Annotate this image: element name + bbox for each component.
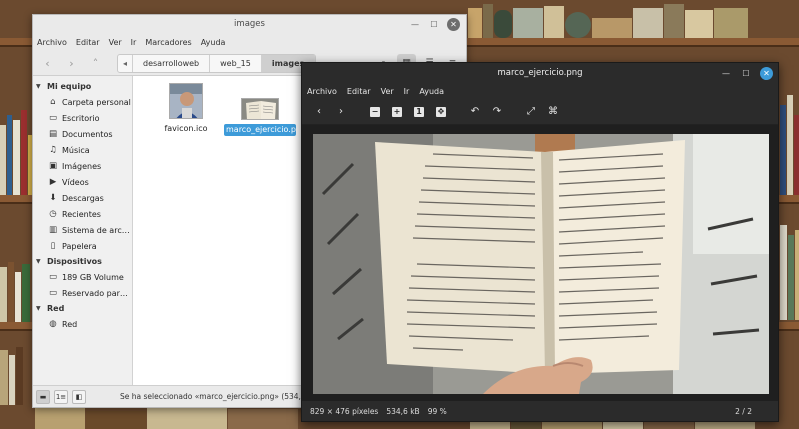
sidebar-section-red[interactable]: ▼ Red [33,301,132,316]
menu-bar: Archivo Editar Ver Ir Marcadores Ayuda [33,34,466,51]
network-icon: ◍ [49,319,57,329]
menu-ver[interactable]: Ver [109,38,122,47]
sidebar-item-sistema-de-archivos[interactable]: ▥Sistema de archivos [33,222,132,238]
breadcrumb-left-arrow-icon[interactable]: ◂ [118,54,134,72]
books-right [780,90,799,195]
window-title: images [234,19,265,29]
books-left-lower [0,262,30,322]
sidebar-section-mi-equipo[interactable]: ▼ Mi equipo [33,79,132,94]
file-item-favicon[interactable]: favicon.ico [150,83,222,135]
viewer-status-bar: 829 × 476 píxeles 534,6 kB 99 % 2 / 2 [302,401,778,421]
file-manager-titlebar[interactable]: images — ☐ ✕ [33,15,466,34]
books-top [468,2,748,38]
menu-bar: Archivo Editar Ver Ir Ayuda [302,83,778,99]
image-file-size: 534,6 kB [386,406,420,416]
minimize-icon[interactable]: — [409,19,421,31]
menu-ir[interactable]: Ir [404,87,410,96]
file-thumbnail-marco [241,98,279,120]
back-icon[interactable]: ‹ [37,54,58,73]
trash-icon: ▯ [50,241,56,251]
breadcrumb-desarrolloweb[interactable]: desarrolloweb [133,54,211,72]
sidebar-item-reservado[interactable]: ▭Reservado para el sistema [33,285,132,301]
books-left-bottom [0,345,23,405]
sidebar-item-musica[interactable]: ♫ Música [33,142,132,158]
fullscreen-icon[interactable]: ⤢ [520,103,542,121]
status-text: Se ha seleccionado «marco_ejercicio.png»… [120,392,321,401]
breadcrumb: ◂ desarrolloweb web_15 images [117,53,317,73]
menu-ver[interactable]: Ver [381,87,394,96]
forward-icon[interactable]: › [61,54,82,73]
downloads-icon: ⬇ [49,193,57,203]
recent-icon: ◷ [49,209,57,219]
sidebar-item-escritorio[interactable]: ▭ Escritorio [33,110,132,126]
menu-marcadores[interactable]: Marcadores [145,38,191,47]
menu-ayuda[interactable]: Ayuda [201,38,226,47]
menu-editar[interactable]: Editar [76,38,100,47]
sidebar-item-189gb-volume[interactable]: ▭ 189 GB Volume [33,269,132,285]
close-icon[interactable]: ✕ [760,67,773,80]
books-left [0,105,33,195]
minimize-icon[interactable]: — [720,68,732,80]
file-name: favicon.ico [164,124,208,133]
hide-sidebar-icon[interactable]: ◧ [72,389,86,404]
zoom-fit-icon[interactable]: ✥ [430,103,452,121]
sidebar-item-documentos[interactable]: ▤ Documentos [33,126,132,142]
file-item-marco-ejercicio[interactable]: marco_ejercicio.png [224,98,307,136]
up-icon[interactable]: ˄ [85,54,106,73]
zoom-normal-icon[interactable]: 1 [408,103,430,121]
image-dimensions: 829 × 476 píxeles [310,406,379,416]
sidebar-item-imagenes[interactable]: ▣ Imágenes [33,158,132,174]
menu-archivo[interactable]: Archivo [37,38,67,47]
next-image-icon[interactable]: › [330,103,352,121]
slideshow-icon[interactable]: ⌘ [542,103,564,121]
maximize-icon[interactable]: ☐ [740,68,752,80]
books-right-lower [780,220,799,320]
image-zoom-level: 99 % [427,406,447,416]
sidebar-item-recientes[interactable]: ◷ Recientes [33,206,132,222]
collapse-arrow-icon[interactable]: ▼ [36,83,47,90]
sidebar-section-dispositivos[interactable]: ▼ Dispositivos [33,254,132,269]
menu-ayuda[interactable]: Ayuda [419,87,444,96]
window-title: marco_ejercicio.png [497,68,583,78]
music-icon: ♫ [49,145,57,155]
sidebar-item-papelera[interactable]: ▯ Papelera [33,238,132,254]
sidebar-item-red[interactable]: ◍ Red [33,316,132,332]
close-icon[interactable]: ✕ [447,18,460,31]
menu-editar[interactable]: Editar [347,87,371,96]
file-thumbnail-favicon [169,83,203,119]
collapse-arrow-icon[interactable]: ▼ [36,258,47,265]
show-tree-icon[interactable]: 1≡ [54,389,68,404]
file-name: marco_ejercicio.png [224,124,307,136]
image-canvas[interactable] [302,125,778,401]
sidebar-item-descargas[interactable]: ⬇ Descargas [33,190,132,206]
menu-ir[interactable]: Ir [131,38,137,47]
filesystem-icon: ▥ [48,225,58,235]
zoom-out-icon[interactable]: − [364,103,386,121]
zoom-in-icon[interactable]: + [386,103,408,121]
documents-icon: ▤ [48,129,58,139]
videos-icon: ▶ [49,177,57,187]
drive-icon: ▭ [48,288,58,298]
collapse-arrow-icon[interactable]: ▼ [36,305,47,312]
maximize-icon[interactable]: ☐ [428,19,440,31]
menu-archivo[interactable]: Archivo [307,87,337,96]
home-icon: ⌂ [50,97,56,107]
books-bottom-left [35,408,298,429]
previous-image-icon[interactable]: ‹ [308,103,330,121]
viewer-toolbar: ‹ › − + 1 ✥ ↶ ↷ ⤢ ⌘ [302,99,778,125]
sidebar-item-carpeta-personal[interactable]: ⌂ Carpeta personal [33,94,132,110]
show-places-icon[interactable]: ▬ [36,389,50,404]
image-viewer-window: marco_ejercicio.png — ☐ ✕ Archivo Editar… [301,62,779,422]
rotate-right-icon[interactable]: ↷ [486,103,508,121]
pictures-icon: ▣ [48,161,58,171]
image-viewer-titlebar[interactable]: marco_ejercicio.png — ☐ ✕ [302,63,778,83]
sidebar-item-videos[interactable]: ▶ Vídeos [33,174,132,190]
rotate-left-icon[interactable]: ↶ [464,103,486,121]
breadcrumb-web15[interactable]: web_15 [210,54,262,72]
displayed-image [313,134,769,394]
drive-icon: ▭ [48,272,58,282]
sidebar: ▼ Mi equipo ⌂ Carpeta personal ▭ Escritorio… [33,76,133,385]
desktop-icon: ▭ [48,113,58,123]
image-position: 2 / 2 [735,406,752,416]
